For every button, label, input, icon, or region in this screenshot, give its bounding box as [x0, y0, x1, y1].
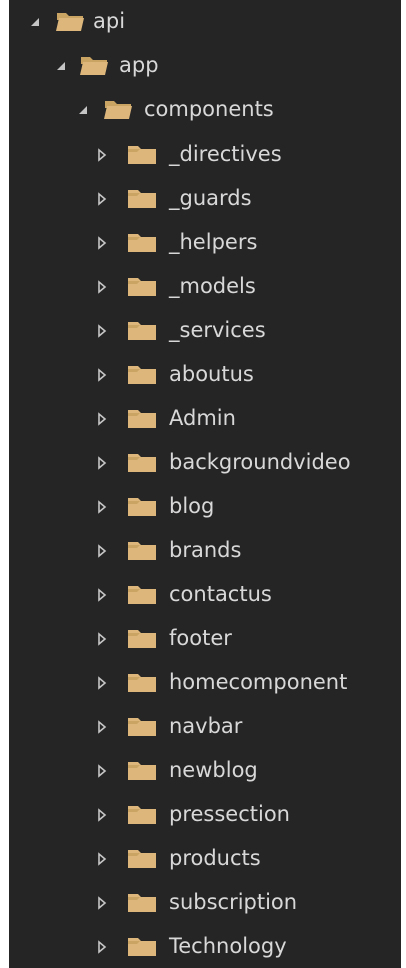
triangle-collapsed-icon[interactable]	[97, 849, 111, 869]
triangle-collapsed-icon[interactable]	[97, 629, 111, 649]
tree-item-folder[interactable]: pressection	[9, 793, 401, 837]
tree-item-label: footer	[169, 626, 232, 650]
tree-item-label: contactus	[169, 582, 272, 606]
triangle-collapsed-icon[interactable]	[97, 585, 111, 605]
triangle-collapsed-icon[interactable]	[97, 145, 111, 165]
tree-item-folder[interactable]: navbar	[9, 705, 401, 749]
tree-item-folder[interactable]: newblog	[9, 749, 401, 793]
tree-item-label: products	[169, 846, 261, 870]
tree-item-folder[interactable]: subscription	[9, 881, 401, 925]
tree-item-folder[interactable]: _helpers	[9, 221, 401, 265]
folder-closed-icon	[127, 845, 157, 871]
folder-closed-icon	[127, 625, 157, 651]
triangle-collapsed-icon[interactable]	[97, 497, 111, 517]
folder-open-icon	[55, 8, 85, 34]
folder-open-icon	[79, 52, 109, 78]
tree-item-label: Technology	[169, 934, 287, 958]
folder-closed-icon	[127, 449, 157, 475]
triangle-collapsed-icon[interactable]	[97, 277, 111, 297]
tree-item-label: aboutus	[169, 362, 254, 386]
tree-item-folder[interactable]: footer	[9, 617, 401, 661]
triangle-collapsed-icon[interactable]	[97, 761, 111, 781]
tree-item-label: _helpers	[169, 230, 258, 254]
tree-item-label: blog	[169, 494, 215, 518]
tree-item-api[interactable]: api	[9, 0, 401, 44]
tree-item-label: newblog	[169, 758, 258, 782]
tree-item-label: subscription	[169, 890, 298, 914]
folder-open-icon	[103, 96, 133, 122]
folder-closed-icon	[127, 933, 157, 959]
folder-closed-icon	[127, 889, 157, 915]
tree-item-folder[interactable]: Admin	[9, 397, 401, 441]
triangle-expanded-icon[interactable]	[77, 100, 91, 120]
tree-item-folder[interactable]: homecomponent	[9, 661, 401, 705]
triangle-collapsed-icon[interactable]	[97, 409, 111, 429]
folder-closed-icon	[127, 317, 157, 343]
tree-item-folder[interactable]: _guards	[9, 177, 401, 221]
tree-item-folder[interactable]: Technology	[9, 925, 401, 968]
tree-item-folder[interactable]: backgroundvideo	[9, 441, 401, 485]
triangle-collapsed-icon[interactable]	[97, 541, 111, 561]
triangle-collapsed-icon[interactable]	[97, 365, 111, 385]
triangle-collapsed-icon[interactable]	[97, 805, 111, 825]
folder-closed-icon	[127, 185, 157, 211]
triangle-collapsed-icon[interactable]	[97, 893, 111, 913]
file-explorer-panel: api app components _directives _guards _…	[9, 0, 401, 968]
triangle-collapsed-icon[interactable]	[97, 937, 111, 957]
folder-closed-icon	[127, 713, 157, 739]
triangle-collapsed-icon[interactable]	[97, 233, 111, 253]
tree-item-label: _directives	[169, 142, 282, 166]
triangle-expanded-icon[interactable]	[29, 12, 43, 32]
folder-closed-icon	[127, 581, 157, 607]
tree-item-folder[interactable]: products	[9, 837, 401, 881]
folder-closed-icon	[127, 273, 157, 299]
triangle-collapsed-icon[interactable]	[97, 189, 111, 209]
triangle-collapsed-icon[interactable]	[97, 717, 111, 737]
tree-item-folder[interactable]: _models	[9, 265, 401, 309]
folder-closed-icon	[127, 493, 157, 519]
tree-item-label: _models	[169, 274, 256, 298]
tree-item-label: _services	[169, 318, 266, 342]
tree-item-folder[interactable]: _services	[9, 309, 401, 353]
tree-item-label: backgroundvideo	[169, 450, 351, 474]
tree-item-label: Admin	[169, 406, 236, 430]
triangle-expanded-icon[interactable]	[55, 56, 69, 76]
triangle-collapsed-icon[interactable]	[97, 673, 111, 693]
tree-item-folder[interactable]: contactus	[9, 573, 401, 617]
folder-closed-icon	[127, 229, 157, 255]
tree-item-folder[interactable]: brands	[9, 529, 401, 573]
tree-item-folder[interactable]: _directives	[9, 133, 401, 177]
tree-item-label: homecomponent	[169, 670, 348, 694]
tree-item-folder[interactable]: blog	[9, 485, 401, 529]
tree-item-label: brands	[169, 538, 242, 562]
triangle-collapsed-icon[interactable]	[97, 453, 111, 473]
folder-closed-icon	[127, 801, 157, 827]
folder-closed-icon	[127, 405, 157, 431]
tree-item-label: components	[144, 97, 274, 121]
triangle-collapsed-icon[interactable]	[97, 321, 111, 341]
tree-item-label: api	[93, 9, 126, 33]
folder-closed-icon	[127, 537, 157, 563]
tree-item-label: _guards	[169, 186, 252, 210]
tree-item-app[interactable]: app	[9, 44, 401, 88]
tree-item-label: pressection	[169, 802, 290, 826]
tree-item-components[interactable]: components	[9, 88, 401, 132]
tree-item-label: navbar	[169, 714, 243, 738]
folder-closed-icon	[127, 757, 157, 783]
folder-closed-icon	[127, 361, 157, 387]
tree-item-label: app	[119, 53, 159, 77]
folder-closed-icon	[127, 141, 157, 167]
folder-closed-icon	[127, 669, 157, 695]
tree-item-folder[interactable]: aboutus	[9, 353, 401, 397]
